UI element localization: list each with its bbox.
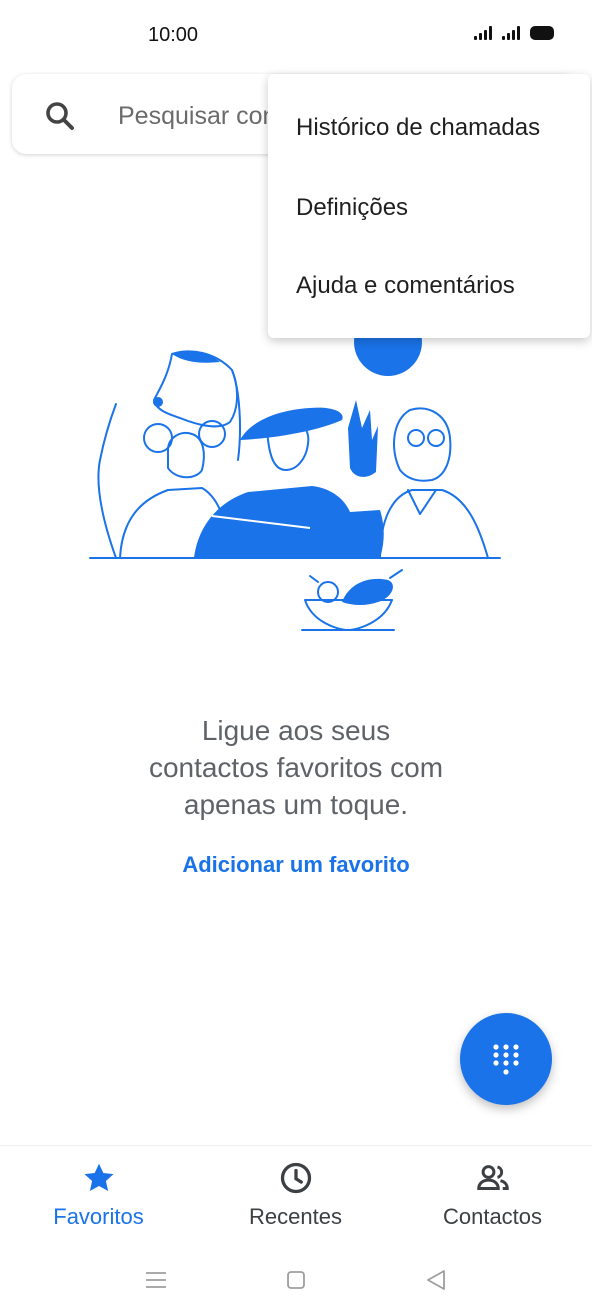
status-icons bbox=[474, 26, 554, 40]
battery-icon bbox=[530, 26, 554, 40]
empty-state-line: contactos favoritos com bbox=[148, 752, 444, 783]
home-icon[interactable] bbox=[282, 1266, 310, 1294]
status-time: 10:00 bbox=[148, 24, 199, 46]
phone-screen: 10:00 Pesquisar con Ligue aos seus conta… bbox=[0, 0, 592, 1315]
bottom-navigation: Favoritos Recentes Contactos bbox=[0, 1145, 592, 1246]
overflow-menu: Histórico de chamadas Definições Ajuda e… bbox=[268, 74, 590, 338]
search-icon bbox=[46, 102, 74, 130]
empty-state-message: Ligue aos seus contactos favoritos com a… bbox=[96, 712, 496, 823]
dialpad-fab[interactable] bbox=[460, 1013, 552, 1105]
status-bar: 10:00 bbox=[0, 0, 592, 72]
people-icon bbox=[476, 1165, 509, 1190]
dialpad-icon bbox=[493, 1044, 519, 1075]
empty-state-line: Ligue aos seus bbox=[201, 715, 391, 746]
signal-icon bbox=[502, 26, 520, 40]
back-icon[interactable] bbox=[422, 1266, 450, 1294]
menu-item-help-feedback[interactable]: Ajuda e comentários bbox=[296, 272, 515, 300]
tab-contacts[interactable]: Contactos bbox=[394, 1146, 591, 1246]
clock-icon bbox=[280, 1162, 311, 1194]
tab-label: Contactos bbox=[442, 1204, 543, 1229]
star-icon bbox=[83, 1163, 114, 1192]
tab-favorites[interactable]: Favoritos bbox=[0, 1146, 197, 1246]
tab-label: Favoritos bbox=[53, 1204, 144, 1229]
search-input[interactable]: Pesquisar con bbox=[118, 102, 276, 131]
tab-recents[interactable]: Recentes bbox=[197, 1146, 394, 1246]
tab-label: Recentes bbox=[249, 1204, 342, 1229]
add-favorite-button[interactable]: Adicionar um favorito bbox=[150, 852, 442, 878]
system-navigation-bar bbox=[0, 1250, 592, 1310]
menu-item-settings[interactable]: Definições bbox=[296, 194, 408, 222]
empty-state-line: apenas um toque. bbox=[183, 789, 409, 820]
favorites-illustration bbox=[89, 330, 501, 631]
menu-icon[interactable] bbox=[142, 1266, 170, 1294]
menu-item-call-history[interactable]: Histórico de chamadas bbox=[296, 114, 540, 142]
signal-icon bbox=[474, 26, 492, 40]
